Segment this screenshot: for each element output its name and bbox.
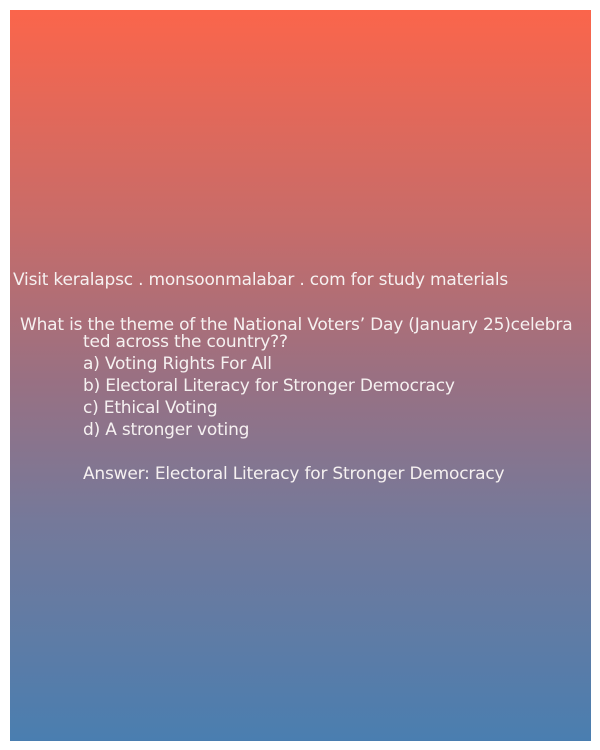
- question-text-line-2: ted across the country??: [83, 332, 288, 352]
- option-c: c) Ethical Voting: [83, 398, 218, 418]
- site-promo-text: Visit keralapsc . monsoonmalabar . com f…: [13, 270, 509, 290]
- quiz-card: Visit keralapsc . monsoonmalabar . com f…: [10, 10, 591, 741]
- option-d: d) A stronger voting: [83, 420, 250, 440]
- option-b: b) Electoral Literacy for Stronger Democ…: [83, 376, 455, 396]
- answer-text: Answer: Electoral Literacy for Stronger …: [83, 464, 505, 484]
- option-a: a) Voting Rights For All: [83, 354, 272, 374]
